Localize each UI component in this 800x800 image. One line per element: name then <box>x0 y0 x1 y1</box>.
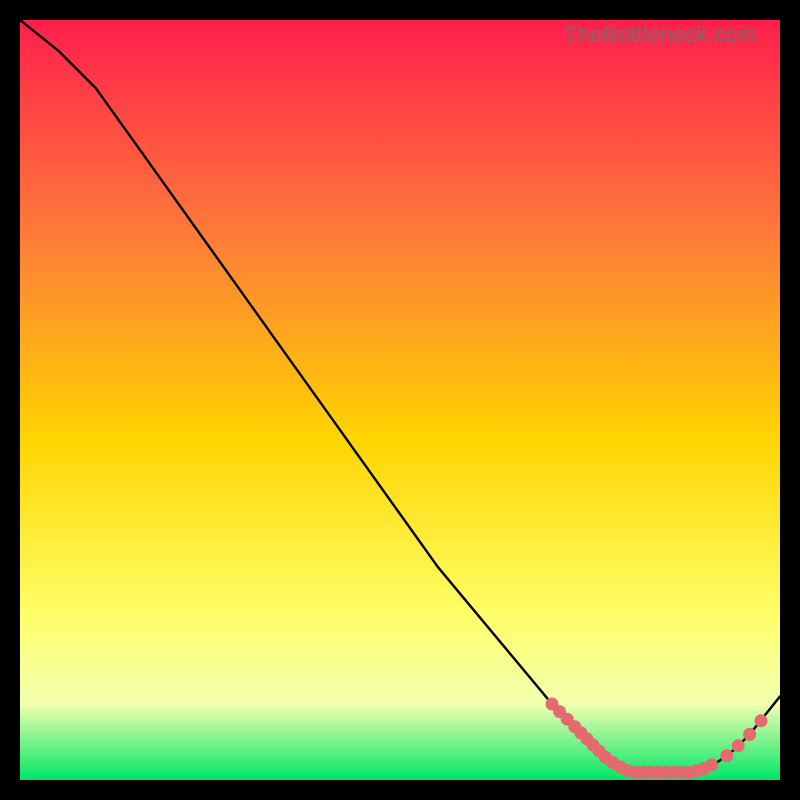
data-marker <box>732 739 745 752</box>
data-marker <box>755 714 768 727</box>
data-marker <box>705 758 718 771</box>
data-marker <box>720 749 733 762</box>
watermark-text: TheBottleneck.com <box>564 22 756 48</box>
data-marker <box>743 728 756 741</box>
chart-svg <box>20 20 780 780</box>
gradient-background <box>20 20 780 780</box>
chart-frame: TheBottleneck.com <box>20 20 780 780</box>
